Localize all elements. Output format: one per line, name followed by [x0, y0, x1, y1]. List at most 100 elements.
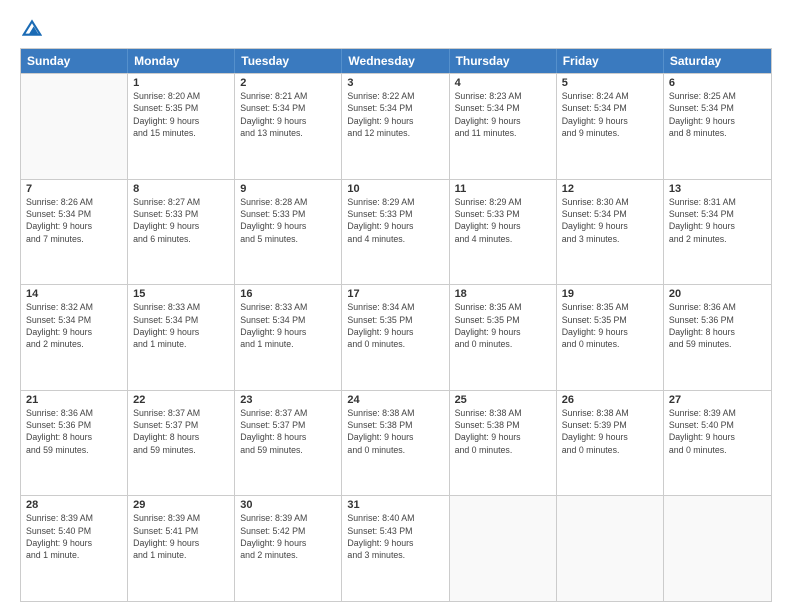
calendar-cell: 1Sunrise: 8:20 AMSunset: 5:35 PMDaylight…	[128, 74, 235, 179]
cell-info: Sunrise: 8:22 AMSunset: 5:34 PMDaylight:…	[347, 90, 443, 139]
day-number: 6	[669, 77, 766, 89]
calendar-cell	[557, 496, 664, 601]
calendar-cell: 10Sunrise: 8:29 AMSunset: 5:33 PMDayligh…	[342, 180, 449, 285]
cell-info: Sunrise: 8:39 AMSunset: 5:40 PMDaylight:…	[669, 407, 766, 456]
cell-info: Sunrise: 8:27 AMSunset: 5:33 PMDaylight:…	[133, 196, 229, 245]
calendar-cell: 20Sunrise: 8:36 AMSunset: 5:36 PMDayligh…	[664, 285, 771, 390]
day-number: 25	[455, 394, 551, 406]
day-number: 23	[240, 394, 336, 406]
day-number: 24	[347, 394, 443, 406]
logo	[20, 18, 42, 38]
cell-info: Sunrise: 8:24 AMSunset: 5:34 PMDaylight:…	[562, 90, 658, 139]
calendar-cell: 23Sunrise: 8:37 AMSunset: 5:37 PMDayligh…	[235, 391, 342, 496]
calendar-cell: 21Sunrise: 8:36 AMSunset: 5:36 PMDayligh…	[21, 391, 128, 496]
header-cell-wednesday: Wednesday	[342, 49, 449, 73]
day-number: 28	[26, 499, 122, 511]
calendar-cell	[450, 496, 557, 601]
cell-info: Sunrise: 8:39 AMSunset: 5:40 PMDaylight:…	[26, 512, 122, 561]
calendar-cell	[664, 496, 771, 601]
day-number: 5	[562, 77, 658, 89]
cell-info: Sunrise: 8:21 AMSunset: 5:34 PMDaylight:…	[240, 90, 336, 139]
day-number: 17	[347, 288, 443, 300]
calendar-cell: 13Sunrise: 8:31 AMSunset: 5:34 PMDayligh…	[664, 180, 771, 285]
cell-info: Sunrise: 8:29 AMSunset: 5:33 PMDaylight:…	[347, 196, 443, 245]
calendar-header: SundayMondayTuesdayWednesdayThursdayFrid…	[21, 49, 771, 73]
calendar-cell: 2Sunrise: 8:21 AMSunset: 5:34 PMDaylight…	[235, 74, 342, 179]
calendar-cell: 11Sunrise: 8:29 AMSunset: 5:33 PMDayligh…	[450, 180, 557, 285]
cell-info: Sunrise: 8:38 AMSunset: 5:39 PMDaylight:…	[562, 407, 658, 456]
day-number: 14	[26, 288, 122, 300]
header-cell-friday: Friday	[557, 49, 664, 73]
day-number: 10	[347, 183, 443, 195]
cell-info: Sunrise: 8:20 AMSunset: 5:35 PMDaylight:…	[133, 90, 229, 139]
day-number: 15	[133, 288, 229, 300]
logo-icon	[22, 18, 42, 38]
cell-info: Sunrise: 8:36 AMSunset: 5:36 PMDaylight:…	[26, 407, 122, 456]
day-number: 16	[240, 288, 336, 300]
calendar-cell: 31Sunrise: 8:40 AMSunset: 5:43 PMDayligh…	[342, 496, 449, 601]
cell-info: Sunrise: 8:25 AMSunset: 5:34 PMDaylight:…	[669, 90, 766, 139]
header-cell-tuesday: Tuesday	[235, 49, 342, 73]
calendar-cell: 8Sunrise: 8:27 AMSunset: 5:33 PMDaylight…	[128, 180, 235, 285]
day-number: 4	[455, 77, 551, 89]
calendar-cell: 29Sunrise: 8:39 AMSunset: 5:41 PMDayligh…	[128, 496, 235, 601]
day-number: 3	[347, 77, 443, 89]
cell-info: Sunrise: 8:36 AMSunset: 5:36 PMDaylight:…	[669, 301, 766, 350]
calendar-cell: 14Sunrise: 8:32 AMSunset: 5:34 PMDayligh…	[21, 285, 128, 390]
calendar-row-1: 1Sunrise: 8:20 AMSunset: 5:35 PMDaylight…	[21, 73, 771, 179]
calendar-cell: 18Sunrise: 8:35 AMSunset: 5:35 PMDayligh…	[450, 285, 557, 390]
calendar-cell: 5Sunrise: 8:24 AMSunset: 5:34 PMDaylight…	[557, 74, 664, 179]
calendar-cell: 6Sunrise: 8:25 AMSunset: 5:34 PMDaylight…	[664, 74, 771, 179]
day-number: 20	[669, 288, 766, 300]
calendar-cell: 19Sunrise: 8:35 AMSunset: 5:35 PMDayligh…	[557, 285, 664, 390]
header-cell-saturday: Saturday	[664, 49, 771, 73]
calendar-cell: 15Sunrise: 8:33 AMSunset: 5:34 PMDayligh…	[128, 285, 235, 390]
day-number: 7	[26, 183, 122, 195]
cell-info: Sunrise: 8:32 AMSunset: 5:34 PMDaylight:…	[26, 301, 122, 350]
calendar-row-4: 21Sunrise: 8:36 AMSunset: 5:36 PMDayligh…	[21, 390, 771, 496]
cell-info: Sunrise: 8:34 AMSunset: 5:35 PMDaylight:…	[347, 301, 443, 350]
calendar: SundayMondayTuesdayWednesdayThursdayFrid…	[20, 48, 772, 602]
calendar-row-5: 28Sunrise: 8:39 AMSunset: 5:40 PMDayligh…	[21, 495, 771, 601]
day-number: 18	[455, 288, 551, 300]
header-cell-monday: Monday	[128, 49, 235, 73]
cell-info: Sunrise: 8:40 AMSunset: 5:43 PMDaylight:…	[347, 512, 443, 561]
day-number: 12	[562, 183, 658, 195]
calendar-cell: 30Sunrise: 8:39 AMSunset: 5:42 PMDayligh…	[235, 496, 342, 601]
day-number: 29	[133, 499, 229, 511]
cell-info: Sunrise: 8:23 AMSunset: 5:34 PMDaylight:…	[455, 90, 551, 139]
day-number: 19	[562, 288, 658, 300]
cell-info: Sunrise: 8:39 AMSunset: 5:42 PMDaylight:…	[240, 512, 336, 561]
cell-info: Sunrise: 8:26 AMSunset: 5:34 PMDaylight:…	[26, 196, 122, 245]
calendar-body: 1Sunrise: 8:20 AMSunset: 5:35 PMDaylight…	[21, 73, 771, 601]
cell-info: Sunrise: 8:33 AMSunset: 5:34 PMDaylight:…	[133, 301, 229, 350]
calendar-cell: 22Sunrise: 8:37 AMSunset: 5:37 PMDayligh…	[128, 391, 235, 496]
day-number: 1	[133, 77, 229, 89]
day-number: 2	[240, 77, 336, 89]
calendar-cell: 16Sunrise: 8:33 AMSunset: 5:34 PMDayligh…	[235, 285, 342, 390]
calendar-cell: 28Sunrise: 8:39 AMSunset: 5:40 PMDayligh…	[21, 496, 128, 601]
header	[20, 18, 772, 38]
day-number: 9	[240, 183, 336, 195]
calendar-row-2: 7Sunrise: 8:26 AMSunset: 5:34 PMDaylight…	[21, 179, 771, 285]
day-number: 31	[347, 499, 443, 511]
cell-info: Sunrise: 8:39 AMSunset: 5:41 PMDaylight:…	[133, 512, 229, 561]
cell-info: Sunrise: 8:28 AMSunset: 5:33 PMDaylight:…	[240, 196, 336, 245]
calendar-cell: 4Sunrise: 8:23 AMSunset: 5:34 PMDaylight…	[450, 74, 557, 179]
cell-info: Sunrise: 8:37 AMSunset: 5:37 PMDaylight:…	[133, 407, 229, 456]
calendar-cell: 7Sunrise: 8:26 AMSunset: 5:34 PMDaylight…	[21, 180, 128, 285]
calendar-cell: 12Sunrise: 8:30 AMSunset: 5:34 PMDayligh…	[557, 180, 664, 285]
day-number: 8	[133, 183, 229, 195]
cell-info: Sunrise: 8:31 AMSunset: 5:34 PMDaylight:…	[669, 196, 766, 245]
header-cell-sunday: Sunday	[21, 49, 128, 73]
cell-info: Sunrise: 8:35 AMSunset: 5:35 PMDaylight:…	[562, 301, 658, 350]
cell-info: Sunrise: 8:37 AMSunset: 5:37 PMDaylight:…	[240, 407, 336, 456]
cell-info: Sunrise: 8:38 AMSunset: 5:38 PMDaylight:…	[455, 407, 551, 456]
calendar-cell	[21, 74, 128, 179]
cell-info: Sunrise: 8:29 AMSunset: 5:33 PMDaylight:…	[455, 196, 551, 245]
calendar-cell: 9Sunrise: 8:28 AMSunset: 5:33 PMDaylight…	[235, 180, 342, 285]
day-number: 21	[26, 394, 122, 406]
cell-info: Sunrise: 8:35 AMSunset: 5:35 PMDaylight:…	[455, 301, 551, 350]
day-number: 13	[669, 183, 766, 195]
calendar-cell: 17Sunrise: 8:34 AMSunset: 5:35 PMDayligh…	[342, 285, 449, 390]
